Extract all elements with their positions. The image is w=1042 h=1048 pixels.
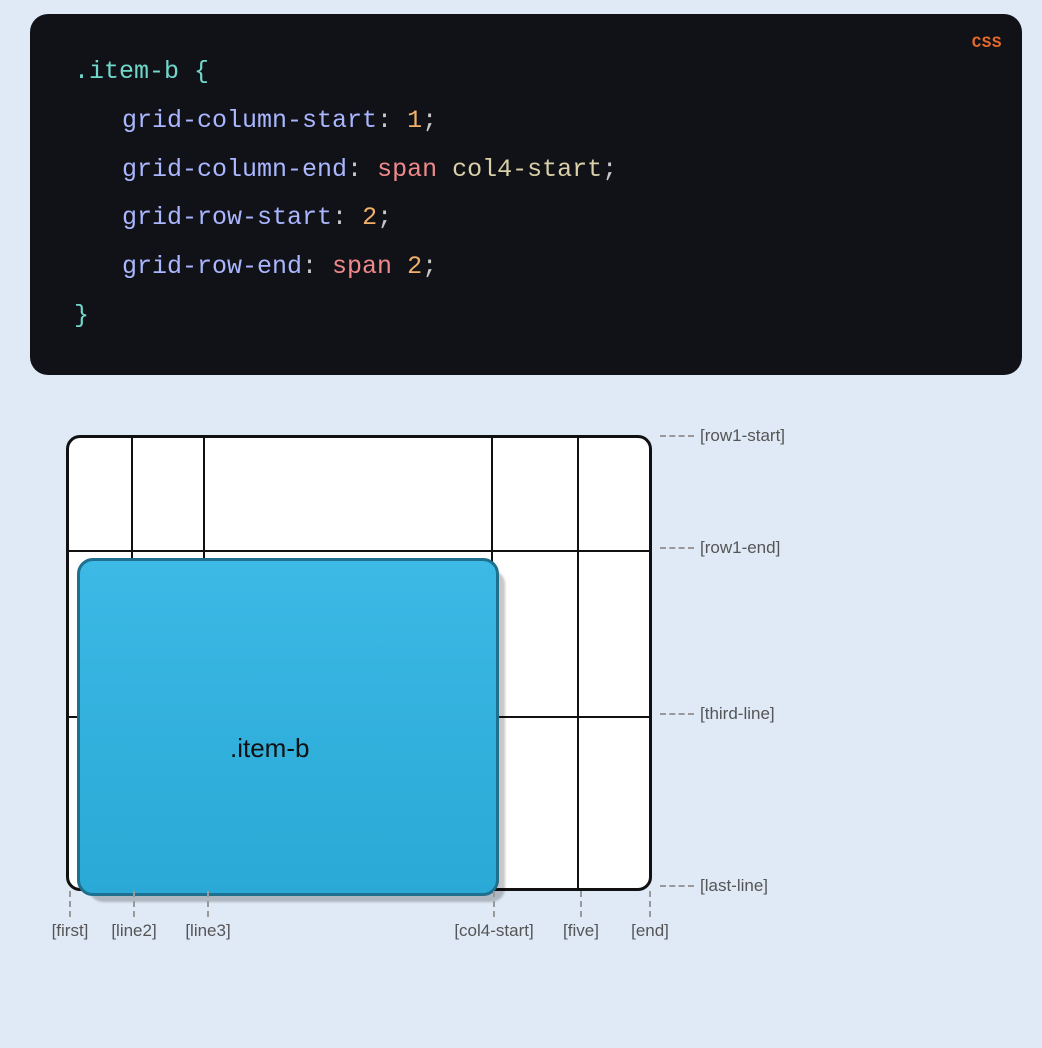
code-declaration-0: grid-column-start: 1;	[74, 97, 988, 146]
css-property: grid-column-start	[122, 106, 377, 135]
code-block: CSS .item-b { grid-column-start: 1;grid-…	[30, 14, 1022, 375]
grid-column-line	[577, 438, 579, 888]
column-line-label: [end]	[631, 921, 669, 941]
code-declaration-3: grid-row-end: span 2;	[74, 243, 988, 292]
css-property: grid-column-end	[122, 155, 347, 184]
css-value: span	[332, 252, 392, 281]
semicolon: ;	[602, 155, 617, 184]
column-line-tick	[69, 891, 71, 917]
row-line-label: [third-line]	[660, 704, 775, 724]
css-value: 2	[407, 252, 422, 281]
column-line-label: [line3]	[185, 921, 230, 941]
row-line-name: [row1-start]	[700, 426, 785, 446]
column-line-tick	[580, 891, 582, 917]
column-line-tick	[207, 891, 209, 917]
grid-row-line	[69, 550, 649, 552]
brace-open: {	[194, 57, 209, 86]
code-language-badge: CSS	[972, 28, 1002, 59]
column-line-label: [line2]	[111, 921, 156, 941]
css-value: 2	[362, 203, 377, 232]
css-value: 1	[407, 106, 422, 135]
colon: :	[377, 106, 407, 135]
column-line-label: [first]	[52, 921, 89, 941]
column-line-tick	[649, 891, 651, 917]
colon: :	[332, 203, 362, 232]
css-selector: .item-b	[74, 57, 179, 86]
brace-close: }	[74, 301, 89, 330]
row-line-name: [row1-end]	[700, 538, 780, 558]
semicolon: ;	[377, 203, 392, 232]
item-b-box: .item-b	[77, 558, 499, 896]
css-property: grid-row-start	[122, 203, 332, 232]
semicolon: ;	[422, 106, 437, 135]
code-declaration-2: grid-row-start: 2;	[74, 194, 988, 243]
column-line-tick	[493, 891, 495, 917]
css-value: col4-start	[452, 155, 602, 184]
row-line-label: [last-line]	[660, 876, 768, 896]
grid-diagram: .item-b [row1-start][row1-end][third-lin…	[60, 435, 960, 965]
column-line-label: [five]	[563, 921, 599, 941]
css-value: span	[377, 155, 437, 184]
row-line-name: [third-line]	[700, 704, 775, 724]
css-property: grid-row-end	[122, 252, 302, 281]
item-b-label: .item-b	[230, 733, 309, 764]
row-line-label: [row1-end]	[660, 538, 780, 558]
code-declaration-1: grid-column-end: span col4-start;	[74, 146, 988, 195]
grid-container: .item-b	[66, 435, 652, 891]
code-line-close: }	[74, 292, 988, 341]
column-line-tick	[133, 891, 135, 917]
row-line-name: [last-line]	[700, 876, 768, 896]
row-line-label: [row1-start]	[660, 426, 785, 446]
semicolon: ;	[422, 252, 437, 281]
colon: :	[302, 252, 332, 281]
colon: :	[347, 155, 377, 184]
column-line-label: [col4-start]	[454, 921, 533, 941]
code-line-selector: .item-b {	[74, 48, 988, 97]
